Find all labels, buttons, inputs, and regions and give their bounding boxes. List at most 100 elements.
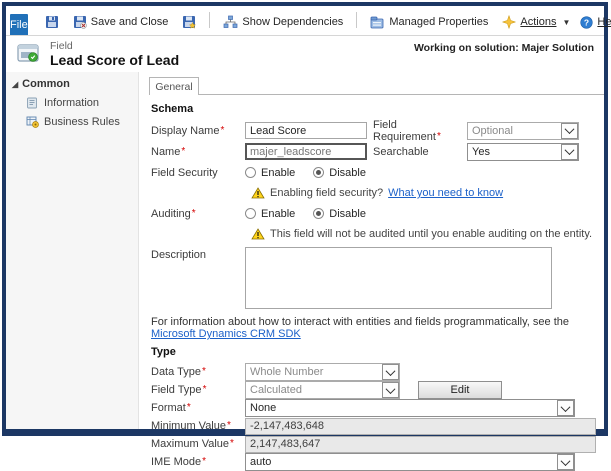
save-and-close-label: Save and Close <box>91 16 169 28</box>
description-textarea[interactable] <box>245 247 552 309</box>
save-and-new-icon <box>182 15 196 29</box>
required-indicator: * <box>192 208 196 219</box>
sidebar-item-label: Business Rules <box>44 116 120 128</box>
sdk-note-text: For information about how to interact wi… <box>151 316 569 328</box>
auditing-warning: This field will not be audited until you… <box>151 224 596 244</box>
show-dependencies-icon <box>223 15 238 29</box>
dropdown-arrow-icon[interactable] <box>382 364 399 380</box>
display-name-row: Display Name* Lead Score Field Requireme… <box>151 120 596 141</box>
sidebar-group-common[interactable]: ◢ Common <box>12 78 134 90</box>
save-and-close-icon <box>73 15 87 29</box>
name-label: Name* <box>151 146 245 158</box>
radio-icon[interactable] <box>245 208 256 219</box>
auditing-warning-text: This field will not be audited until you… <box>270 228 592 240</box>
ime-mode-label: IME Mode* <box>151 456 245 468</box>
minimum-value-row: Minimum Value* -2,147,483,648 <box>151 417 596 435</box>
managed-properties-button[interactable]: Managed Properties <box>365 13 493 32</box>
app-window: File Save and Close Show Dependencies Ma… <box>2 2 608 436</box>
description-row: Description <box>151 247 596 309</box>
display-name-label: Display Name* <box>151 125 245 137</box>
security-warning-link[interactable]: What you need to know <box>388 187 503 199</box>
sidebar-item-business-rules[interactable]: Business Rules <box>26 116 134 128</box>
required-indicator: * <box>187 402 191 413</box>
dropdown-arrow-icon[interactable] <box>382 382 399 398</box>
auditing-label: Auditing* <box>151 208 245 220</box>
maximum-value-label: Maximum Value* <box>151 438 245 450</box>
sdk-link[interactable]: Microsoft Dynamics CRM SDK <box>151 328 301 340</box>
field-type-label: Field Type* <box>151 384 245 396</box>
field-requirement-select[interactable]: Optional <box>467 122 579 140</box>
warning-icon <box>251 187 265 199</box>
radio-selected-icon[interactable] <box>313 208 324 219</box>
minimum-value-label: Minimum Value* <box>151 420 245 432</box>
tab-divider <box>149 94 604 95</box>
toolbar: File Save and Close Show Dependencies Ma… <box>6 6 604 36</box>
field-requirement-label: Field Requirement* <box>373 119 467 143</box>
auditing-enable-radio[interactable]: Enable <box>245 208 295 220</box>
schema-section-header: Schema <box>151 103 596 115</box>
display-name-input[interactable]: Lead Score <box>245 122 367 139</box>
field-type-select[interactable]: Calculated <box>245 381 400 399</box>
data-type-row: Data Type* Whole Number <box>151 363 596 381</box>
working-on-solution-label: Working on solution: Majer Solution <box>414 40 594 72</box>
show-dependencies-button[interactable]: Show Dependencies <box>218 12 348 32</box>
form-area: Schema Display Name* Lead Score Field Re… <box>149 95 596 471</box>
save-and-close-button[interactable]: Save and Close <box>68 12 174 32</box>
edit-button[interactable]: Edit <box>418 381 502 399</box>
actions-button[interactable]: Actions ▼ <box>497 12 575 32</box>
help-label: Help <box>597 16 611 28</box>
file-menu-button[interactable]: File <box>10 14 28 35</box>
record-header: Field Lead Score of Lead Working on solu… <box>6 36 604 72</box>
required-indicator: * <box>227 420 231 431</box>
required-indicator: * <box>220 125 224 136</box>
security-warning-text: Enabling field security? <box>270 187 383 199</box>
field-security-disable-radio[interactable]: Disable <box>313 167 366 179</box>
ime-mode-select[interactable]: auto <box>245 453 575 471</box>
warning-icon <box>251 228 265 240</box>
required-indicator: * <box>437 131 441 142</box>
data-type-select[interactable]: Whole Number <box>245 363 400 381</box>
field-security-enable-radio[interactable]: Enable <box>245 167 295 179</box>
sidebar-group-label: Common <box>22 78 70 90</box>
managed-properties-label: Managed Properties <box>389 16 488 28</box>
save-and-new-button[interactable] <box>177 12 201 32</box>
actions-icon <box>502 15 516 29</box>
field-type-row: Field Type* Calculated Edit <box>151 381 596 399</box>
description-label: Description <box>151 247 245 261</box>
tab-general[interactable]: General <box>149 77 199 95</box>
tree-expander-icon[interactable]: ◢ <box>12 80 18 89</box>
information-icon <box>26 97 39 109</box>
record-titles: Field Lead Score of Lead <box>50 40 179 72</box>
name-input[interactable]: majer_leadscore <box>245 143 367 160</box>
format-label: Format* <box>151 402 245 414</box>
sidebar-item-information[interactable]: Information <box>26 97 134 109</box>
business-rules-icon <box>26 116 39 128</box>
dropdown-arrow-icon[interactable] <box>561 123 578 139</box>
help-button[interactable]: ? Help ▼ <box>575 13 611 32</box>
field-entity-icon <box>16 42 42 66</box>
dropdown-arrow-icon[interactable] <box>557 454 574 470</box>
actions-label: Actions <box>520 16 556 28</box>
sidebar: ◢ Common Information Business Rules <box>6 72 139 429</box>
required-indicator: * <box>202 366 206 377</box>
searchable-select[interactable]: Yes <box>467 143 579 161</box>
save-button[interactable] <box>40 12 64 32</box>
tab-strip: General <box>149 76 596 95</box>
entity-type-label: Field <box>50 40 179 52</box>
required-indicator: * <box>181 146 185 157</box>
dropdown-arrow-icon[interactable] <box>561 144 578 160</box>
radio-icon[interactable] <box>245 167 256 178</box>
auditing-disable-radio[interactable]: Disable <box>313 208 366 220</box>
dropdown-arrow-icon[interactable] <box>557 400 574 416</box>
maximum-value-input: 2,147,483,647 <box>245 436 596 453</box>
format-select[interactable]: None <box>245 399 575 417</box>
radio-selected-icon[interactable] <box>313 167 324 178</box>
name-row: Name* majer_leadscore Searchable Yes <box>151 141 596 162</box>
sdk-note: For information about how to interact wi… <box>151 316 596 340</box>
page-title: Lead Score of Lead <box>50 52 179 68</box>
data-type-label: Data Type* <box>151 366 245 378</box>
actions-caret-icon: ▼ <box>562 18 570 27</box>
field-security-warning: Enabling field security? What you need t… <box>151 183 596 203</box>
required-indicator: * <box>230 438 234 449</box>
toolbar-separator <box>209 12 210 28</box>
